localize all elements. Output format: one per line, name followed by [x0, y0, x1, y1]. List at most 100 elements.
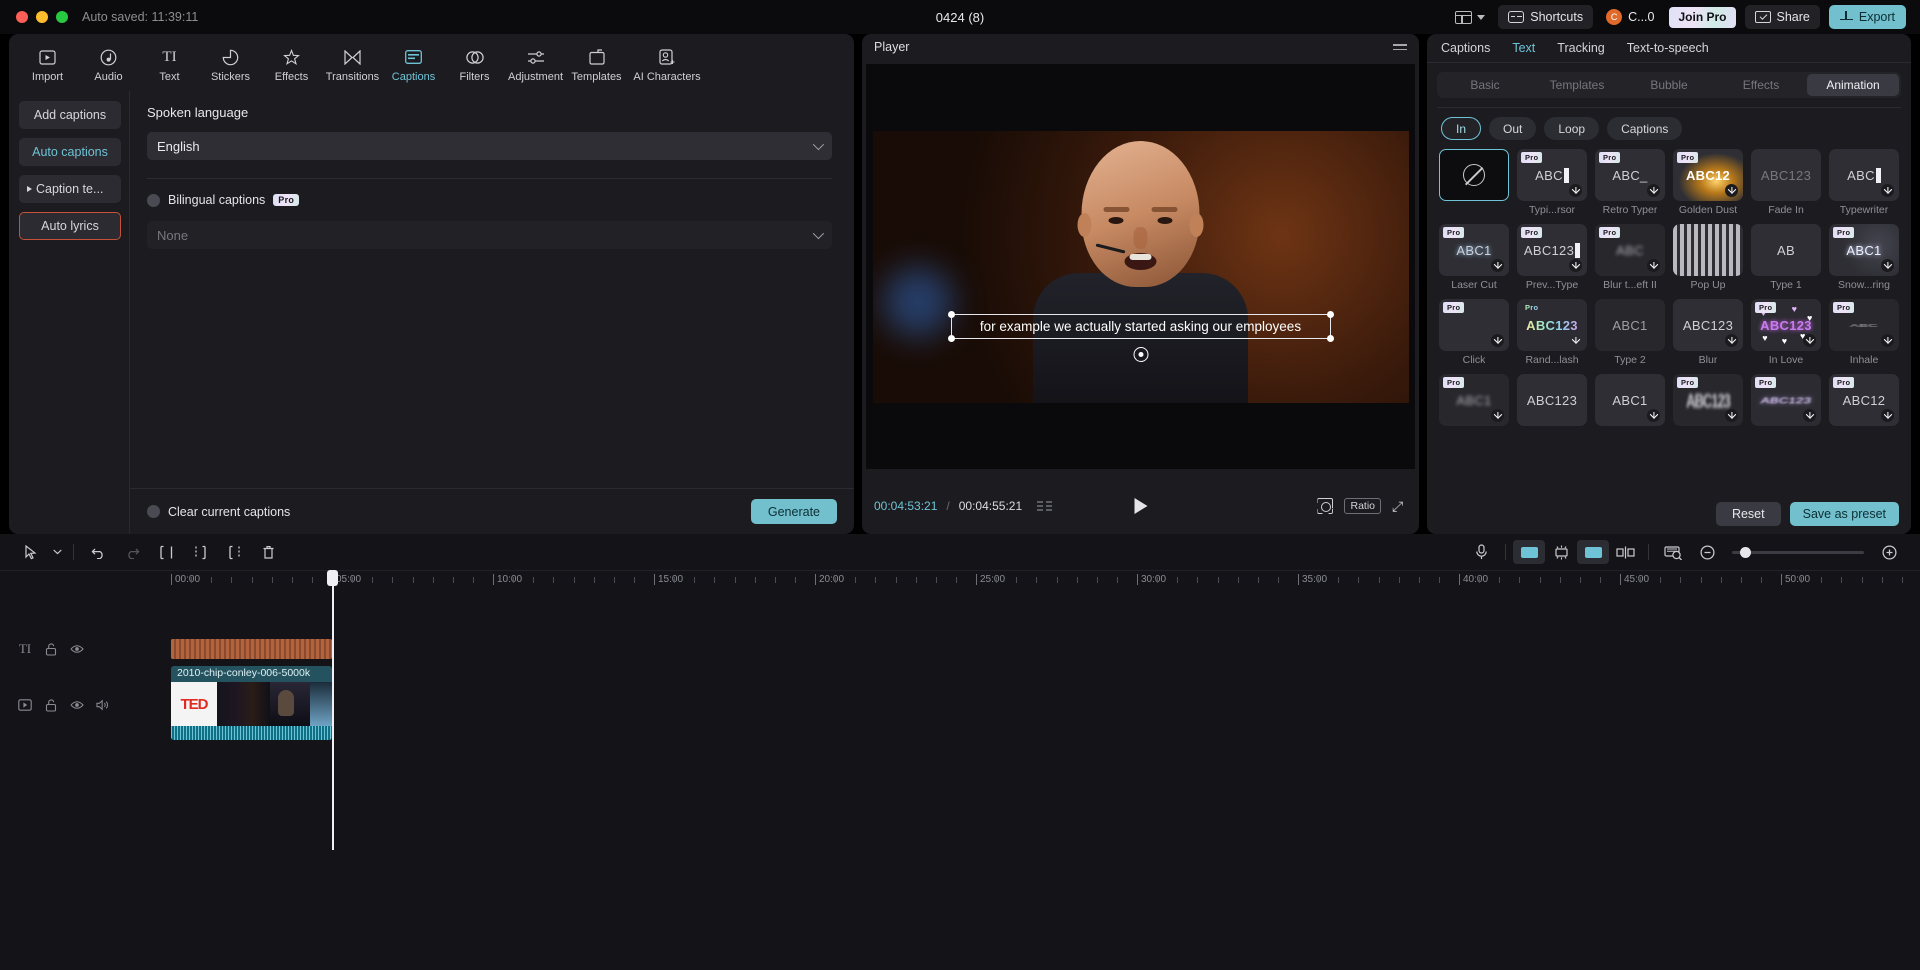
fullscreen-icon[interactable]: ⤢: [1392, 499, 1407, 514]
subtab-animation[interactable]: Animation: [1807, 74, 1899, 96]
animation-thumbnail[interactable]: ABC1: [1595, 299, 1665, 351]
download-icon[interactable]: [1647, 184, 1660, 197]
bilingual-language-select[interactable]: None: [147, 221, 832, 249]
animation-thumbnail[interactable]: [1673, 224, 1743, 276]
toolbar-item-filters[interactable]: Filters: [444, 43, 505, 83]
animation-thumbnail[interactable]: ABC1: [1595, 374, 1665, 426]
shortcuts-button[interactable]: Shortcuts: [1498, 5, 1593, 29]
reset-button[interactable]: Reset: [1716, 502, 1781, 526]
join-pro-button[interactable]: Join Pro: [1669, 7, 1735, 28]
download-icon[interactable]: [1881, 184, 1894, 197]
trim-right-icon[interactable]: [217, 539, 251, 565]
download-icon[interactable]: [1803, 409, 1816, 422]
tab-captions[interactable]: Captions: [1441, 41, 1490, 55]
toolbar-item-adjustment[interactable]: Adjustment: [505, 43, 566, 83]
clear-captions-toggle[interactable]: [147, 505, 160, 518]
layout-button[interactable]: [1451, 8, 1489, 27]
visibility-icon[interactable]: [70, 700, 84, 710]
animation-thumbnail[interactable]: ABC Pro: [1517, 149, 1587, 201]
animation-thumbnail[interactable]: ABC Pro: [1829, 299, 1899, 351]
animation-thumbnail[interactable]: ABC123: [1751, 149, 1821, 201]
rotate-handle[interactable]: [1133, 347, 1148, 362]
download-icon[interactable]: [1569, 184, 1582, 197]
chip-loop[interactable]: Loop: [1544, 117, 1599, 140]
animation-thumbnail[interactable]: ABC123: [1673, 299, 1743, 351]
window-controls[interactable]: Auto saved: 11:39:11: [16, 10, 198, 24]
chip-in[interactable]: In: [1441, 117, 1481, 140]
download-icon[interactable]: [1491, 409, 1504, 422]
subtab-templates[interactable]: Templates: [1531, 74, 1623, 96]
caption-overlay-box[interactable]: for example we actually started asking o…: [951, 314, 1331, 339]
select-tool-icon[interactable]: [14, 539, 48, 565]
sidebar-item-auto-captions[interactable]: Auto captions: [19, 138, 121, 166]
timeline-zoom-slider[interactable]: [1732, 551, 1864, 554]
download-icon[interactable]: [1491, 259, 1504, 272]
delete-icon[interactable]: [251, 539, 285, 565]
playhead-handle[interactable]: [327, 570, 338, 586]
resize-handle-bottom-left[interactable]: [948, 335, 955, 342]
download-icon[interactable]: [1803, 334, 1816, 347]
animation-thumbnail[interactable]: AB: [1751, 224, 1821, 276]
keyframe-left-icon[interactable]: [1513, 540, 1545, 564]
download-icon[interactable]: [1881, 334, 1894, 347]
animation-thumbnail[interactable]: ABC12 Pro: [1829, 374, 1899, 426]
animation-thumbnail[interactable]: ABC1 Pro: [1829, 224, 1899, 276]
bilingual-toggle[interactable]: [147, 194, 160, 207]
download-icon[interactable]: [1725, 334, 1738, 347]
resize-handle-top-right[interactable]: [1327, 311, 1334, 318]
visibility-icon[interactable]: [70, 644, 84, 654]
account-button[interactable]: C C...0: [1602, 5, 1660, 29]
toolbar-item-transitions[interactable]: Transitions: [322, 43, 383, 83]
animation-thumbnail[interactable]: ABC_ Pro: [1595, 149, 1665, 201]
trim-left-icon[interactable]: [183, 539, 217, 565]
save-preset-button[interactable]: Save as preset: [1790, 502, 1899, 526]
quality-icon[interactable]: [1037, 501, 1052, 512]
play-button[interactable]: [1134, 498, 1147, 514]
download-icon[interactable]: [1569, 334, 1582, 347]
animation-thumbnail[interactable]: ABC12 Pro: [1673, 149, 1743, 201]
generate-button[interactable]: Generate: [751, 499, 837, 524]
text-clip[interactable]: [171, 639, 332, 659]
download-icon[interactable]: [1491, 334, 1504, 347]
animation-thumbnail[interactable]: ABC123 Pro: [1673, 374, 1743, 426]
timeline-ruler[interactable]: 00:00 05:00 10:00 15:00 20:00 25:00 30:00 35:00…: [0, 570, 1920, 592]
record-voiceover-icon[interactable]: [1464, 539, 1498, 565]
redo-icon[interactable]: [115, 539, 149, 565]
zoom-in-icon[interactable]: [1872, 539, 1906, 565]
download-icon[interactable]: [1647, 259, 1660, 272]
subtab-bubble[interactable]: Bubble: [1623, 74, 1715, 96]
zoom-out-icon[interactable]: [1690, 539, 1724, 565]
share-button[interactable]: Share: [1745, 5, 1820, 29]
tool-dropdown-icon[interactable]: [48, 539, 66, 565]
animation-thumbnail[interactable]: [1439, 149, 1509, 201]
zoom-slider-handle[interactable]: [1740, 547, 1751, 558]
animation-thumbnail[interactable]: ABC123: [1517, 374, 1587, 426]
toolbar-item-text[interactable]: TI Text: [139, 43, 200, 83]
toolbar-item-effects[interactable]: Effects: [261, 43, 322, 83]
mute-icon[interactable]: [96, 699, 110, 711]
animation-thumbnail[interactable]: ABC: [1829, 149, 1899, 201]
ratio-button[interactable]: Ratio: [1344, 498, 1381, 514]
animation-thumbnail[interactable]: Pro: [1439, 299, 1509, 351]
timeline-preview-icon[interactable]: [1656, 539, 1690, 565]
export-button[interactable]: Export: [1829, 5, 1906, 29]
download-icon[interactable]: [1881, 259, 1894, 272]
video-preview[interactable]: for example we actually started asking o…: [873, 131, 1409, 403]
subtab-basic[interactable]: Basic: [1439, 74, 1531, 96]
chip-out[interactable]: Out: [1489, 117, 1536, 140]
video-clip[interactable]: 2010-chip-conley-006-5000k TED: [171, 666, 332, 740]
download-icon[interactable]: [1881, 409, 1894, 422]
animation-thumbnail[interactable]: ABC123 Pro: [1517, 224, 1587, 276]
resize-handle-top-left[interactable]: [948, 311, 955, 318]
tab-tracking[interactable]: Tracking: [1557, 41, 1604, 55]
split-icon[interactable]: [149, 539, 183, 565]
lock-icon[interactable]: [44, 643, 58, 656]
tab-text-to-speech[interactable]: Text-to-speech: [1627, 41, 1709, 55]
sidebar-item-auto-lyrics[interactable]: Auto lyrics: [19, 212, 121, 240]
download-icon[interactable]: [1569, 259, 1582, 272]
subtab-effects[interactable]: Effects: [1715, 74, 1807, 96]
spoken-language-select[interactable]: English: [147, 132, 832, 160]
animation-thumbnail[interactable]: ABC Pro: [1595, 224, 1665, 276]
animation-thumbnail[interactable]: ABC123 Pro: [1751, 374, 1821, 426]
toolbar-item-import[interactable]: Import: [17, 43, 78, 83]
